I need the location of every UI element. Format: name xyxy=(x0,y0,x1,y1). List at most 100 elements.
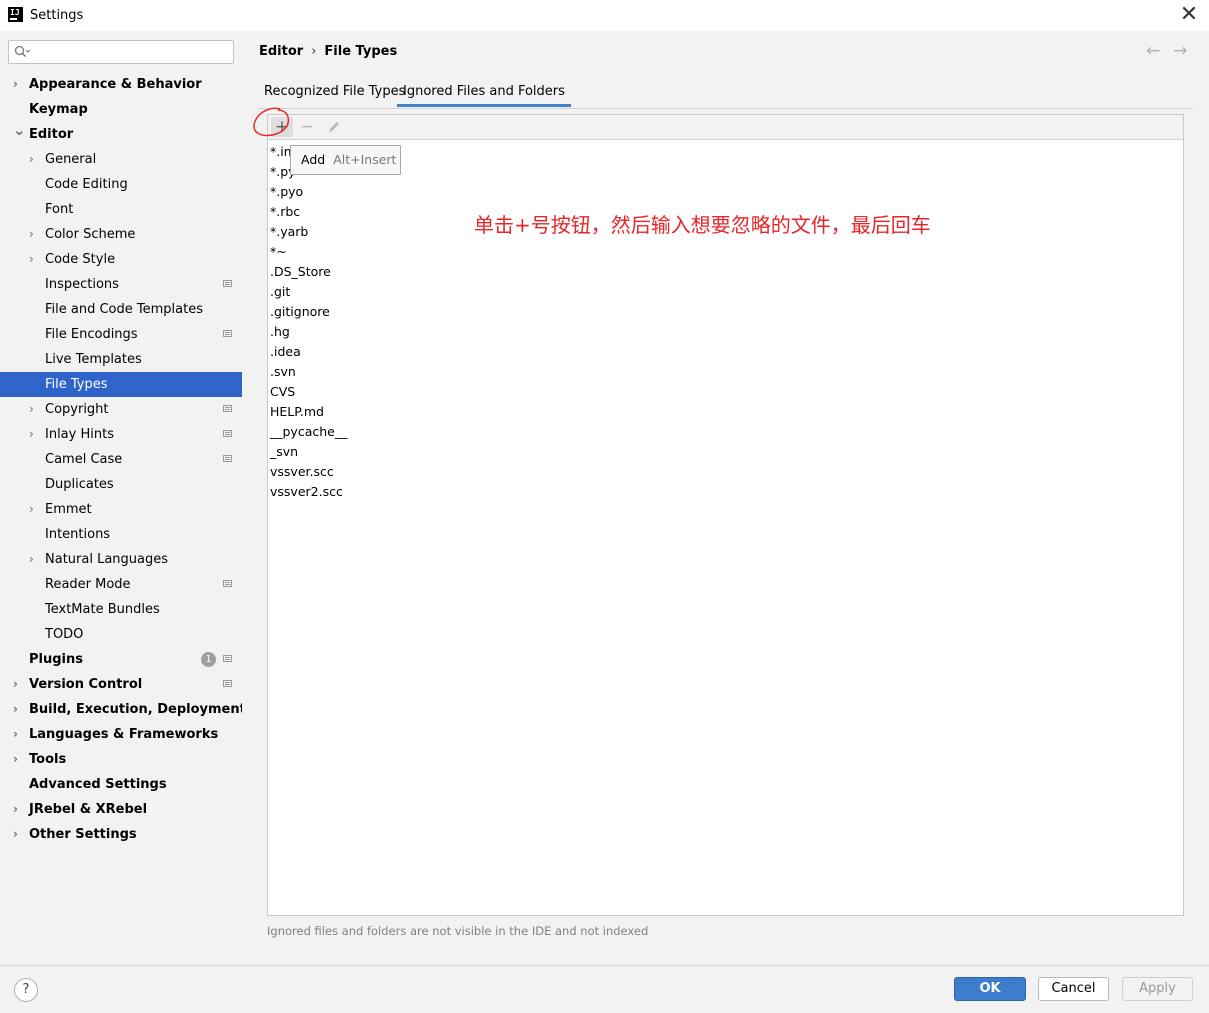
red-circle-annotation-icon xyxy=(253,107,290,137)
sidebar-item-label: File Types xyxy=(45,377,108,392)
sidebar-item-version-control[interactable]: › Version Control xyxy=(0,672,242,697)
remove-button[interactable]: − xyxy=(296,117,318,137)
list-item[interactable]: .DS_Store xyxy=(268,262,1183,282)
sidebar-item-tools[interactable]: › Tools xyxy=(0,747,242,772)
chevron-right-icon[interactable]: › xyxy=(13,672,18,697)
sidebar-item-inspections[interactable]: Inspections xyxy=(0,272,242,297)
sidebar-item-label: Live Templates xyxy=(45,352,142,367)
list-item[interactable]: __pycache__ xyxy=(268,422,1183,442)
sidebar-item-live-templates[interactable]: Live Templates xyxy=(0,347,242,372)
sidebar-item-todo[interactable]: TODO xyxy=(0,622,242,647)
edit-button[interactable] xyxy=(323,117,345,137)
sidebar-item-camel-case[interactable]: Camel Case xyxy=(0,447,242,472)
sidebar-item-label: Other Settings xyxy=(29,827,137,842)
sidebar-item-file-encodings[interactable]: File Encodings xyxy=(0,322,242,347)
search-icon xyxy=(14,45,31,58)
ok-button[interactable]: OK xyxy=(954,977,1026,1001)
cancel-button[interactable]: Cancel xyxy=(1038,977,1109,1001)
sidebar-item-keymap[interactable]: Keymap xyxy=(0,97,242,122)
breadcrumb-separator-icon: › xyxy=(311,44,317,59)
sidebar-item-file-and-code-templates[interactable]: File and Code Templates xyxy=(0,297,242,322)
apply-button[interactable]: Apply xyxy=(1122,977,1193,1001)
close-window-button[interactable]: ✕ xyxy=(1175,2,1203,28)
chevron-down-icon[interactable]: ⌄ xyxy=(13,118,26,143)
annotation-text: 单击+号按钮，然后输入想要忽略的文件，最后回车 xyxy=(474,213,931,237)
chevron-right-icon[interactable]: › xyxy=(29,422,34,447)
sidebar-item-intentions[interactable]: Intentions xyxy=(0,522,242,547)
chevron-right-icon[interactable]: › xyxy=(13,747,18,772)
sidebar-item-general[interactable]: › General xyxy=(0,147,242,172)
sidebar-item-inlay-hints[interactable]: › Inlay Hints xyxy=(0,422,242,447)
chevron-right-icon[interactable]: › xyxy=(13,697,18,722)
sidebar-item-label: Inlay Hints xyxy=(45,427,114,442)
sidebar-item-label: Color Scheme xyxy=(45,227,136,242)
pencil-icon xyxy=(329,122,339,132)
sidebar-item-natural-languages[interactable]: › Natural Languages xyxy=(0,547,242,572)
chevron-right-icon[interactable]: › xyxy=(29,147,34,172)
chevron-right-icon[interactable]: › xyxy=(29,247,34,272)
chevron-right-icon[interactable]: › xyxy=(29,497,34,522)
ignored-files-list[interactable]: *.im *.py *.pyo *.rbc *.yarb *~ .DS_Store .git.… xyxy=(268,142,1183,502)
sidebar-item-jrebel-xrebel[interactable]: › JRebel & XRebel xyxy=(0,797,242,822)
tab-recognized-file-types[interactable]: Recognized File Types xyxy=(258,83,411,107)
breadcrumb-parent[interactable]: Editor xyxy=(259,44,303,59)
list-item[interactable]: .idea xyxy=(268,342,1183,362)
chevron-right-icon[interactable]: › xyxy=(13,797,18,822)
chevron-right-icon[interactable]: › xyxy=(13,72,18,97)
list-item[interactable]: .svn xyxy=(268,362,1183,382)
sidebar-item-code-style[interactable]: › Code Style xyxy=(0,247,242,272)
list-item[interactable]: *.im xyxy=(268,142,1183,162)
sidebar-item-languages-frameworks[interactable]: › Languages & Frameworks xyxy=(0,722,242,747)
list-item[interactable]: _svn xyxy=(268,442,1183,462)
list-item[interactable]: vssver2.scc xyxy=(268,482,1183,502)
sidebar-item-editor[interactable]: ⌄ Editor xyxy=(0,121,242,147)
sidebar-item-label: Plugins xyxy=(29,652,83,667)
tooltip-label: Add xyxy=(301,152,326,167)
list-item[interactable]: .gitignore xyxy=(268,302,1183,322)
sidebar-item-emmet[interactable]: › Emmet xyxy=(0,497,242,522)
sidebar-item-other-settings[interactable]: › Other Settings xyxy=(0,822,242,847)
chevron-right-icon[interactable]: › xyxy=(13,722,18,747)
chevron-right-icon[interactable]: › xyxy=(13,822,18,847)
update-count-badge: 1 xyxy=(201,652,216,667)
sidebar-item-label: Editor xyxy=(29,127,74,142)
chevron-right-icon[interactable]: › xyxy=(29,547,34,572)
sidebar-item-label: Code Style xyxy=(45,252,116,267)
list-item[interactable]: .hg xyxy=(268,322,1183,342)
list-item[interactable]: *.pyo xyxy=(268,182,1183,202)
help-button[interactable]: ? xyxy=(14,978,38,1002)
intellij-logo-icon: IJ xyxy=(8,7,23,22)
sidebar-item-label: Build, Execution, Deployment xyxy=(29,702,246,717)
list-item[interactable]: .git xyxy=(268,282,1183,302)
forward-arrow-icon[interactable]: → xyxy=(1173,41,1187,61)
sidebar-item-label: File and Code Templates xyxy=(45,302,203,317)
sidebar-item-label: TODO xyxy=(45,627,84,642)
list-item[interactable]: *.py xyxy=(268,162,1183,182)
sidebar-item-color-scheme[interactable]: › Color Scheme xyxy=(0,222,242,247)
chevron-right-icon[interactable]: › xyxy=(29,397,34,422)
sidebar-item-font[interactable]: Font xyxy=(0,197,242,222)
file-types-tabs: Recognized File Types Ignored Files and … xyxy=(258,83,1193,109)
sidebar-item-label: Advanced Settings xyxy=(29,777,167,792)
project-level-icon xyxy=(223,430,232,437)
project-level-icon xyxy=(223,680,232,687)
back-arrow-icon[interactable]: ← xyxy=(1146,41,1160,61)
chevron-right-icon[interactable]: › xyxy=(29,222,34,247)
sidebar-item-reader-mode[interactable]: Reader Mode xyxy=(0,572,242,597)
sidebar-item-copyright[interactable]: › Copyright xyxy=(0,397,242,422)
sidebar-item-advanced-settings[interactable]: Advanced Settings xyxy=(0,772,242,797)
sidebar-item-code-editing[interactable]: Code Editing xyxy=(0,172,242,197)
sidebar-item-file-types[interactable]: File Types xyxy=(0,372,242,397)
sidebar-item-build-execution-deployment[interactable]: › Build, Execution, Deployment xyxy=(0,697,246,722)
list-item[interactable]: vssver.scc xyxy=(268,462,1183,482)
settings-search-field[interactable] xyxy=(8,40,234,64)
sidebar-item-appearance-behavior[interactable]: › Appearance & Behavior xyxy=(0,72,242,97)
list-item[interactable]: HELP.md xyxy=(268,402,1183,422)
sidebar-item-duplicates[interactable]: Duplicates xyxy=(0,472,242,497)
tab-ignored-files-and-folders[interactable]: Ignored Files and Folders xyxy=(397,83,571,107)
list-item[interactable]: CVS xyxy=(268,382,1183,402)
sidebar-item-textmate-bundles[interactable]: TextMate Bundles xyxy=(0,597,242,622)
list-item[interactable]: *~ xyxy=(268,242,1183,262)
search-input[interactable] xyxy=(35,43,231,61)
sidebar-item-plugins[interactable]: Plugins 1 xyxy=(0,647,242,672)
